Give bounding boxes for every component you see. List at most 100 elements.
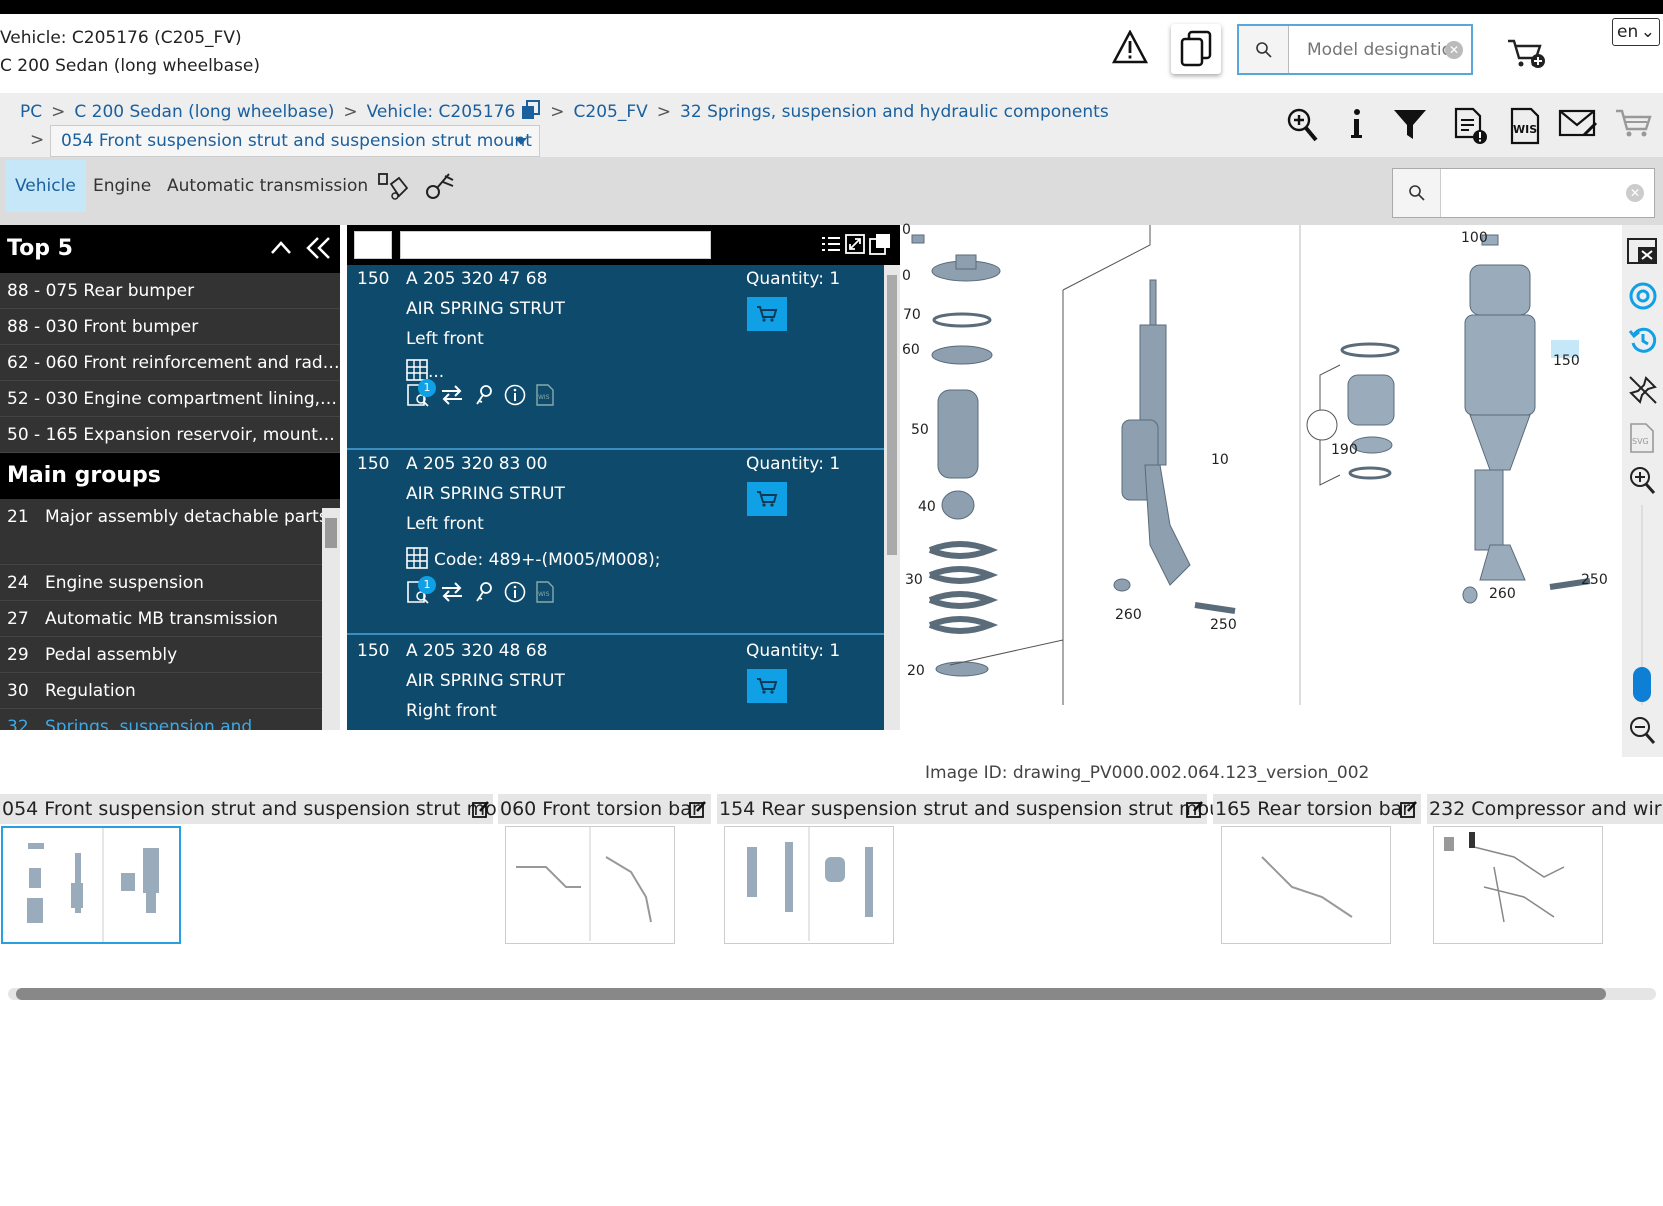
edit-icon[interactable]	[472, 800, 490, 818]
parts-list-scrollbar[interactable]	[884, 265, 900, 730]
callout[interactable]: 150	[1553, 353, 1580, 369]
top5-item[interactable]: 62 - 060 Front reinforcement and radi...	[0, 345, 340, 381]
top5-item[interactable]: 88 - 030 Front bumper	[0, 309, 340, 345]
model-search-input[interactable]	[1289, 26, 1459, 73]
add-to-cart-icon[interactable]	[1506, 38, 1546, 70]
thumbnail-scrollbar[interactable]	[8, 988, 1656, 1000]
cart-icon[interactable]	[1614, 107, 1654, 139]
callout[interactable]: 250	[1210, 617, 1237, 633]
thumbnail-060[interactable]	[505, 826, 675, 944]
main-group-item[interactable]: 27 Automatic MB transmission	[0, 601, 322, 637]
crumb-model[interactable]: C 200 Sedan (long wheelbase)	[74, 102, 334, 122]
main-group-item[interactable]: 24 Engine suspension	[0, 565, 322, 601]
thumbnail-label[interactable]: 060 Front torsion bar	[498, 794, 711, 824]
parts-drawing[interactable]: 0 0 70 60 50 40 30 20 10 260 250 100 150…	[900, 222, 1620, 705]
swap-icon[interactable]	[440, 581, 464, 603]
thumbnail-154[interactable]	[724, 826, 894, 944]
clear-search-icon[interactable]: ✕	[1626, 184, 1644, 202]
callout[interactable]: 50	[911, 422, 929, 438]
main-group-item-active[interactable]: 32 Springs, suspension and	[0, 709, 322, 730]
callout[interactable]: 60	[902, 342, 920, 358]
top5-item[interactable]: 88 - 075 Rear bumper	[0, 273, 340, 309]
copy-vehicle-button[interactable]	[1171, 24, 1221, 74]
part-row[interactable]: 150 A 205 320 48 68 AIR SPRING STRUT Rig…	[347, 637, 884, 730]
callout[interactable]: 250	[1581, 572, 1608, 588]
key-icon[interactable]	[474, 581, 494, 603]
info-circle-icon[interactable]	[504, 384, 526, 406]
crumb-group[interactable]: 32 Springs, suspension and hydraulic com…	[680, 102, 1109, 122]
parts-search-input[interactable]	[1441, 169, 1654, 217]
thumbnail-label[interactable]: 154 Rear suspension strut and suspension…	[717, 794, 1241, 824]
wis-document-icon[interactable]: WIS	[536, 384, 554, 406]
document-search-icon[interactable]: 1	[406, 379, 436, 407]
callout[interactable]: 0	[902, 222, 911, 238]
thumbnail-054[interactable]	[1, 826, 181, 944]
zoom-in-icon[interactable]	[1628, 465, 1656, 495]
zoom-in-icon[interactable]	[1286, 107, 1320, 143]
scrollbar-thumb[interactable]	[16, 988, 1606, 1000]
zoom-slider-handle[interactable]	[1633, 667, 1651, 702]
edit-icon[interactable]	[1400, 800, 1418, 818]
top5-item[interactable]: 50 - 165 Expansion reservoir, mount a...	[0, 417, 340, 453]
add-to-cart-button[interactable]	[747, 669, 787, 703]
table-icon[interactable]	[406, 359, 428, 381]
tools-icon[interactable]	[425, 170, 457, 202]
list-view-icon[interactable]	[821, 235, 841, 255]
top5-item[interactable]: 52 - 030 Engine compartment lining, g...	[0, 381, 340, 417]
crumb-pc[interactable]: PC	[20, 102, 42, 122]
callout[interactable]: 260	[1115, 607, 1142, 623]
svg-export-icon[interactable]: SVG	[1630, 423, 1654, 453]
callout[interactable]: 0	[902, 268, 911, 284]
paint-icon[interactable]	[377, 170, 409, 202]
thumbnail-232[interactable]	[1433, 826, 1603, 944]
edit-icon[interactable]	[1186, 800, 1204, 818]
model-search-button[interactable]	[1239, 26, 1289, 73]
tab-engine[interactable]: Engine	[83, 160, 161, 212]
left-panel-scrollbar[interactable]	[322, 508, 340, 730]
subgroup-dropdown[interactable]: 054 Front suspension strut and suspensio…	[50, 125, 540, 157]
language-select[interactable]: en ⌄	[1612, 18, 1660, 46]
thumbnail-label[interactable]: 232 Compressor and wiring	[1427, 794, 1663, 824]
filter-icon[interactable]	[1392, 107, 1428, 141]
thumbnail-label[interactable]: 165 Rear torsion bar	[1213, 794, 1421, 824]
wis-document-icon[interactable]: WIS	[1510, 107, 1540, 145]
key-icon[interactable]	[474, 384, 494, 406]
target-icon[interactable]	[1628, 281, 1658, 311]
expand-icon[interactable]	[845, 234, 865, 254]
callout[interactable]: 40	[918, 499, 936, 515]
callout[interactable]: 260	[1489, 586, 1516, 602]
callout[interactable]: 100	[1461, 230, 1488, 246]
history-icon[interactable]	[1628, 325, 1658, 355]
info-circle-icon[interactable]	[504, 581, 526, 603]
clear-search-icon[interactable]: ✕	[1445, 41, 1463, 59]
callout[interactable]: 20	[907, 663, 925, 679]
crumb-fv[interactable]: C205_FV	[574, 102, 648, 122]
document-alert-icon[interactable]	[1453, 107, 1489, 145]
swap-icon[interactable]	[440, 384, 464, 406]
parts-search-button[interactable]	[1393, 169, 1441, 217]
edit-icon[interactable]	[689, 800, 707, 818]
copy-icon[interactable]	[521, 100, 541, 120]
tab-vehicle[interactable]: Vehicle	[5, 160, 86, 212]
popout-icon[interactable]	[869, 233, 891, 255]
main-group-item[interactable]: 30 Regulation	[0, 673, 322, 709]
callout[interactable]: 70	[903, 307, 921, 323]
tab-automatic-transmission[interactable]: Automatic transmission	[157, 160, 378, 212]
main-group-item[interactable]: 21 Major assembly detachable parts	[0, 499, 328, 565]
zoom-out-icon[interactable]	[1628, 715, 1656, 745]
warning-icon[interactable]	[1112, 30, 1148, 64]
document-search-icon[interactable]: 1	[406, 576, 436, 604]
main-group-item[interactable]: 29 Pedal assembly	[0, 637, 322, 673]
crumb-vehicle[interactable]: Vehicle: C205176	[367, 102, 516, 122]
callout[interactable]: 10	[1211, 452, 1229, 468]
collapse-panel-icon[interactable]	[305, 236, 331, 260]
table-icon[interactable]	[406, 547, 428, 569]
add-to-cart-button[interactable]	[747, 482, 787, 516]
part-row[interactable]: 150 A 205 320 47 68 AIR SPRING STRUT Lef…	[347, 265, 884, 450]
close-drawing-icon[interactable]	[1626, 235, 1658, 267]
wis-document-icon[interactable]: WIS	[536, 581, 554, 603]
callout[interactable]: 190	[1331, 442, 1358, 458]
add-to-cart-button[interactable]	[747, 297, 787, 331]
position-filter-input[interactable]	[354, 231, 392, 259]
part-row[interactable]: 150 A 205 320 83 00 AIR SPRING STRUT Lef…	[347, 450, 884, 635]
